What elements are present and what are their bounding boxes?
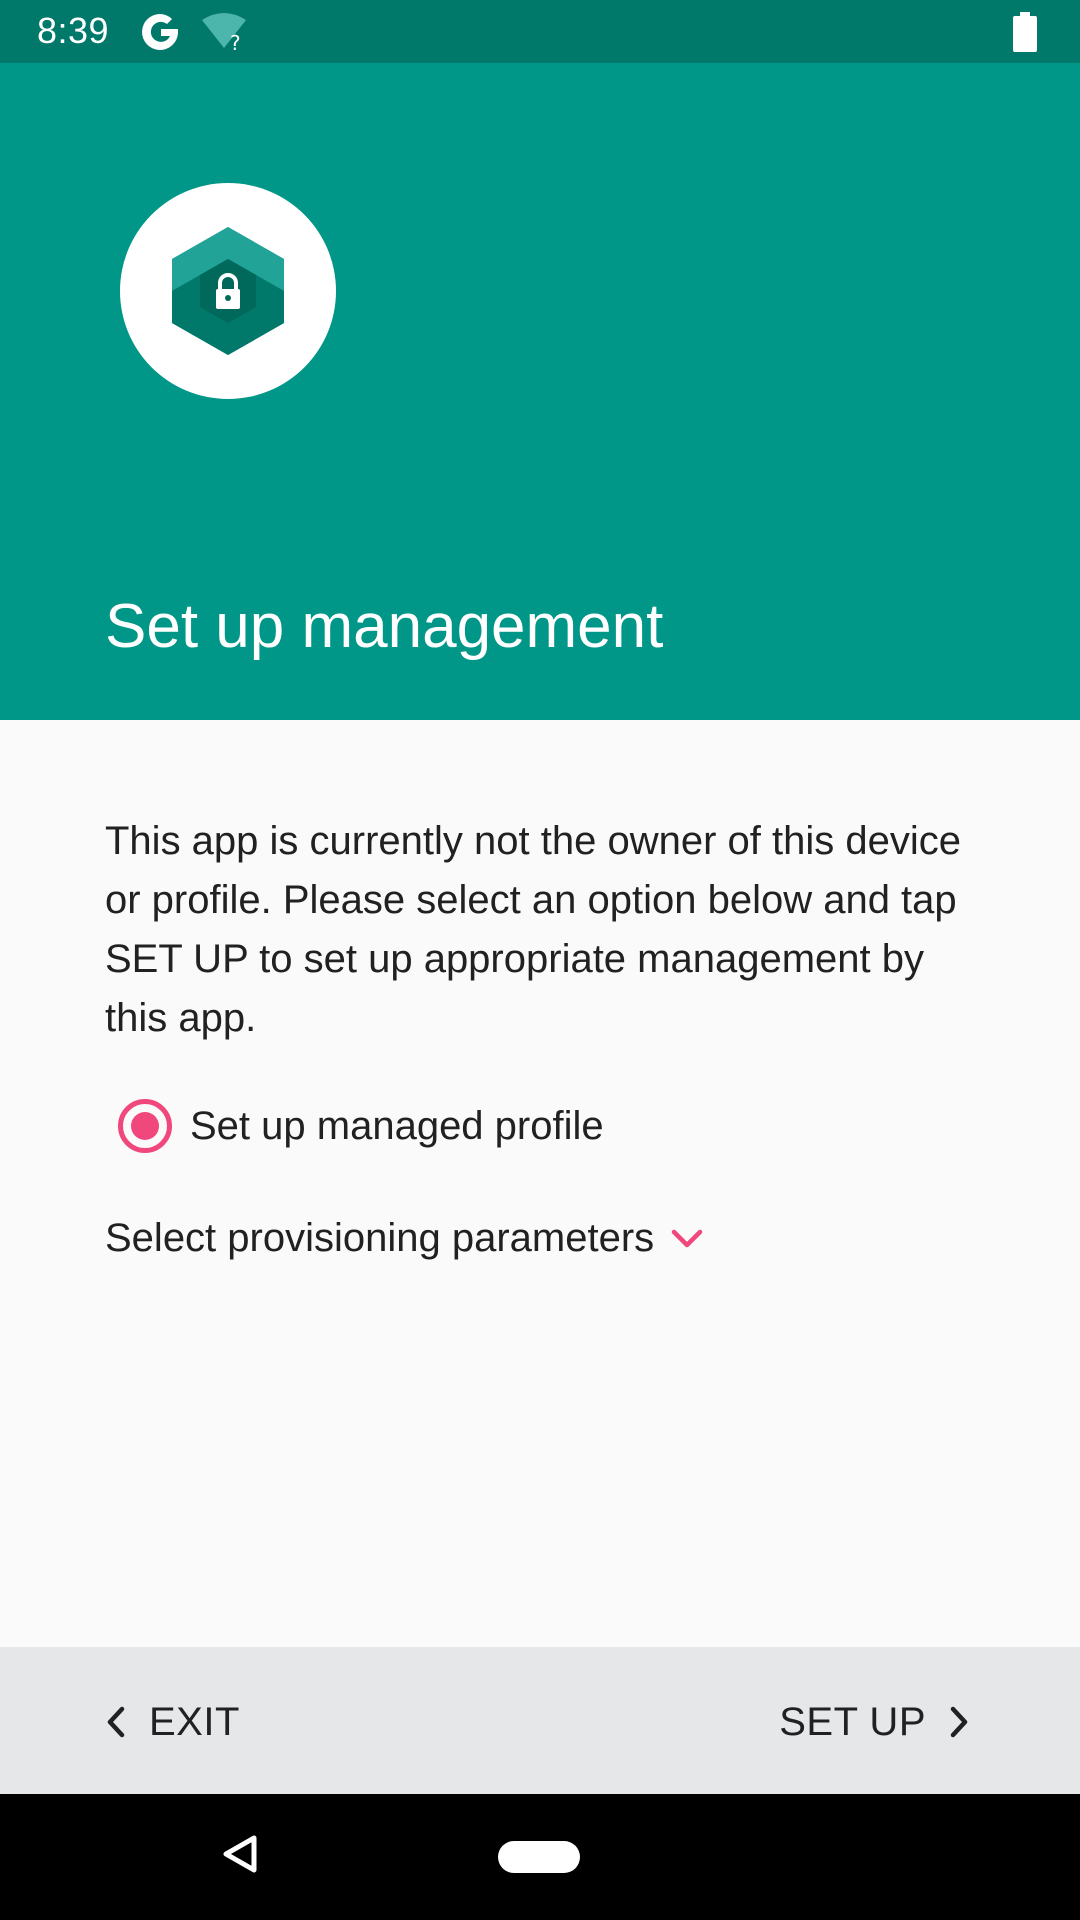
managed-profile-label[interactable]: Set up managed profile <box>190 1104 604 1149</box>
page-title: Set up management <box>105 592 664 661</box>
setup-label[interactable]: SET UP <box>779 1700 926 1745</box>
description-text: This app is currently not the owner of t… <box>105 819 961 1040</box>
back-icon[interactable] <box>222 1834 258 1874</box>
exit-label[interactable]: EXIT <box>149 1700 240 1745</box>
google-icon <box>142 14 178 50</box>
header: Set up management <box>0 63 1080 720</box>
battery-icon <box>1013 12 1037 52</box>
provisioning-parameters-label[interactable]: Select provisioning parameters <box>105 1216 654 1261</box>
app-logo <box>120 183 336 399</box>
radio-selected-dot <box>131 1112 159 1140</box>
svg-text:?: ? <box>230 31 241 52</box>
exit-button[interactable]: EXIT <box>105 1695 240 1749</box>
chevron-left-icon <box>107 1706 125 1738</box>
navigation-bar <box>0 1794 1080 1920</box>
wifi-unknown-icon: ? <box>202 13 246 52</box>
footer-bar: EXIT SET UP <box>0 1647 1080 1794</box>
managed-profile-option[interactable]: Set up managed profile <box>118 1098 604 1154</box>
content-area: This app is currently not the owner of t… <box>0 720 1080 1647</box>
hexagon-lock-icon <box>172 227 284 355</box>
home-icon[interactable] <box>498 1841 580 1873</box>
chevron-down-icon[interactable] <box>670 1227 704 1251</box>
provisioning-parameters-dropdown[interactable]: Select provisioning parameters <box>105 1216 704 1261</box>
status-time: 8:39 <box>37 10 110 51</box>
chevron-right-icon <box>950 1706 968 1738</box>
setup-button[interactable]: SET UP <box>779 1695 970 1749</box>
status-bar: 8:39 ? <box>0 0 1080 63</box>
radio-button[interactable] <box>118 1099 172 1153</box>
